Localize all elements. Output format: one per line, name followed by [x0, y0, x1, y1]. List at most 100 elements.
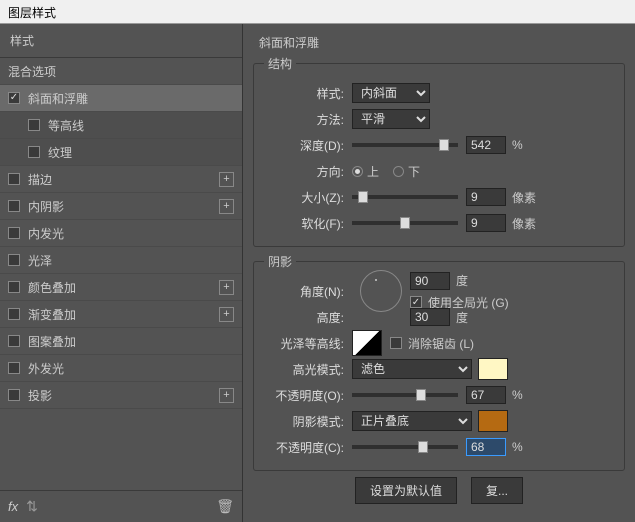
- style-checkbox[interactable]: [8, 389, 20, 401]
- style-label: 纹理: [48, 144, 72, 161]
- make-default-button[interactable]: 设置为默认值: [355, 477, 457, 504]
- size-input[interactable]: [466, 188, 506, 206]
- style-checkbox[interactable]: [28, 146, 40, 158]
- style-label: 等高线: [48, 117, 84, 134]
- global-light-checkbox[interactable]: [410, 296, 422, 308]
- main-area: 样式 混合选项 斜面和浮雕等高线纹理描边+内阴影+内发光光泽颜色叠加+渐变叠加+…: [0, 24, 635, 522]
- style-checkbox[interactable]: [8, 173, 20, 185]
- style-checkbox[interactable]: [8, 227, 20, 239]
- add-effect-icon[interactable]: +: [219, 199, 234, 214]
- style-item-11[interactable]: 投影+: [0, 382, 242, 409]
- pct-unit: %: [512, 388, 523, 402]
- style-label: 外发光: [28, 360, 64, 377]
- size-slider[interactable]: [352, 195, 458, 199]
- title-bar: 图层样式: [0, 0, 635, 24]
- style-item-2[interactable]: 纹理: [0, 139, 242, 166]
- highlight-mode-label: 高光模式:: [264, 361, 352, 378]
- technique-select[interactable]: 平滑: [352, 109, 430, 129]
- shading-legend: 阴影: [264, 253, 296, 270]
- style-checkbox[interactable]: [8, 254, 20, 266]
- add-effect-icon[interactable]: +: [219, 388, 234, 403]
- style-checkbox[interactable]: [8, 200, 20, 212]
- style-checkbox[interactable]: [8, 281, 20, 293]
- fx-icon[interactable]: fx: [8, 499, 18, 514]
- trash-icon[interactable]: 🗑: [216, 498, 234, 515]
- style-checkbox[interactable]: [8, 92, 20, 104]
- blend-options-item[interactable]: 混合选项: [0, 58, 242, 85]
- style-item-4[interactable]: 内阴影+: [0, 193, 242, 220]
- highlight-opacity-input[interactable]: [466, 386, 506, 404]
- style-label: 光泽: [28, 252, 52, 269]
- altitude-unit: 度: [456, 309, 468, 326]
- depth-slider[interactable]: [352, 143, 458, 147]
- highlight-color-swatch[interactable]: [478, 358, 508, 380]
- add-effect-icon[interactable]: +: [219, 307, 234, 322]
- depth-input[interactable]: [466, 136, 506, 154]
- window-title: 图层样式: [8, 6, 56, 20]
- direction-label: 方向:: [264, 163, 352, 180]
- panel-title: 斜面和浮雕: [253, 28, 625, 53]
- updown-icon[interactable]: ⇅: [26, 498, 38, 515]
- style-item-10[interactable]: 外发光: [0, 355, 242, 382]
- style-item-9[interactable]: 图案叠加: [0, 328, 242, 355]
- style-label: 图案叠加: [28, 333, 76, 350]
- style-item-8[interactable]: 渐变叠加 +: [0, 301, 242, 328]
- direction-down[interactable]: 下: [393, 163, 420, 180]
- shadow-opacity-input[interactable]: [466, 438, 506, 456]
- shadow-color-swatch[interactable]: [478, 410, 508, 432]
- gloss-contour-picker[interactable]: [352, 330, 382, 356]
- style-checkbox[interactable]: [28, 119, 40, 131]
- settings-panel: 斜面和浮雕 结构 样式: 内斜面 方法: 平滑 深度(D): % 方向: 上 下: [243, 24, 635, 522]
- angle-unit: 度: [456, 272, 468, 289]
- altitude-input[interactable]: [410, 308, 450, 326]
- shading-group: 阴影 角度(N): 度 使用全局光 (G) 高度:: [253, 253, 625, 471]
- style-item-1[interactable]: 等高线: [0, 112, 242, 139]
- antialias-checkbox[interactable]: [390, 337, 402, 349]
- soften-slider[interactable]: [352, 221, 458, 225]
- reset-button[interactable]: 复...: [471, 477, 523, 504]
- structure-group: 结构 样式: 内斜面 方法: 平滑 深度(D): % 方向: 上 下 大小(Z: [253, 55, 625, 247]
- style-checkbox[interactable]: [8, 335, 20, 347]
- soften-unit: 像素: [512, 215, 536, 232]
- style-checkbox[interactable]: [8, 362, 20, 374]
- soften-label: 软化(F):: [264, 215, 352, 232]
- direction-up[interactable]: 上: [352, 163, 379, 180]
- style-item-7[interactable]: 颜色叠加 +: [0, 274, 242, 301]
- style-item-5[interactable]: 内发光: [0, 220, 242, 247]
- highlight-opacity-slider[interactable]: [352, 393, 458, 397]
- sidebar-header: 样式: [0, 24, 242, 58]
- highlight-opacity-label: 不透明度(O):: [264, 387, 352, 404]
- highlight-mode-select[interactable]: 滤色: [352, 359, 472, 379]
- style-checkbox[interactable]: [8, 308, 20, 320]
- style-item-0[interactable]: 斜面和浮雕: [0, 85, 242, 112]
- style-label: 内发光: [28, 225, 64, 242]
- style-item-3[interactable]: 描边 +: [0, 166, 242, 193]
- gloss-label: 光泽等高线:: [264, 335, 352, 352]
- size-unit: 像素: [512, 189, 536, 206]
- shadow-mode-label: 阴影模式:: [264, 413, 352, 430]
- styles-sidebar: 样式 混合选项 斜面和浮雕等高线纹理描边+内阴影+内发光光泽颜色叠加+渐变叠加+…: [0, 24, 243, 522]
- button-row: 设置为默认值 复...: [253, 477, 625, 504]
- structure-legend: 结构: [264, 55, 296, 72]
- sidebar-footer: fx ⇅ 🗑: [0, 490, 242, 522]
- angle-dial[interactable]: [360, 270, 402, 312]
- shadow-opacity-label: 不透明度(C):: [264, 439, 352, 456]
- style-label: 渐变叠加: [28, 306, 76, 323]
- style-label: 描边: [28, 171, 52, 188]
- pct-unit2: %: [512, 440, 523, 454]
- style-select[interactable]: 内斜面: [352, 83, 430, 103]
- style-label: 样式:: [264, 85, 352, 102]
- angle-label: 角度(N):: [264, 283, 352, 300]
- antialias-label: 消除锯齿 (L): [408, 335, 474, 352]
- shadow-opacity-slider[interactable]: [352, 445, 458, 449]
- style-item-6[interactable]: 光泽: [0, 247, 242, 274]
- altitude-label: 高度:: [264, 309, 352, 326]
- shadow-mode-select[interactable]: 正片叠底: [352, 411, 472, 431]
- depth-label: 深度(D):: [264, 137, 352, 154]
- technique-label: 方法:: [264, 111, 352, 128]
- style-label: 颜色叠加: [28, 279, 76, 296]
- soften-input[interactable]: [466, 214, 506, 232]
- add-effect-icon[interactable]: +: [219, 280, 234, 295]
- add-effect-icon[interactable]: +: [219, 172, 234, 187]
- angle-input[interactable]: [410, 272, 450, 290]
